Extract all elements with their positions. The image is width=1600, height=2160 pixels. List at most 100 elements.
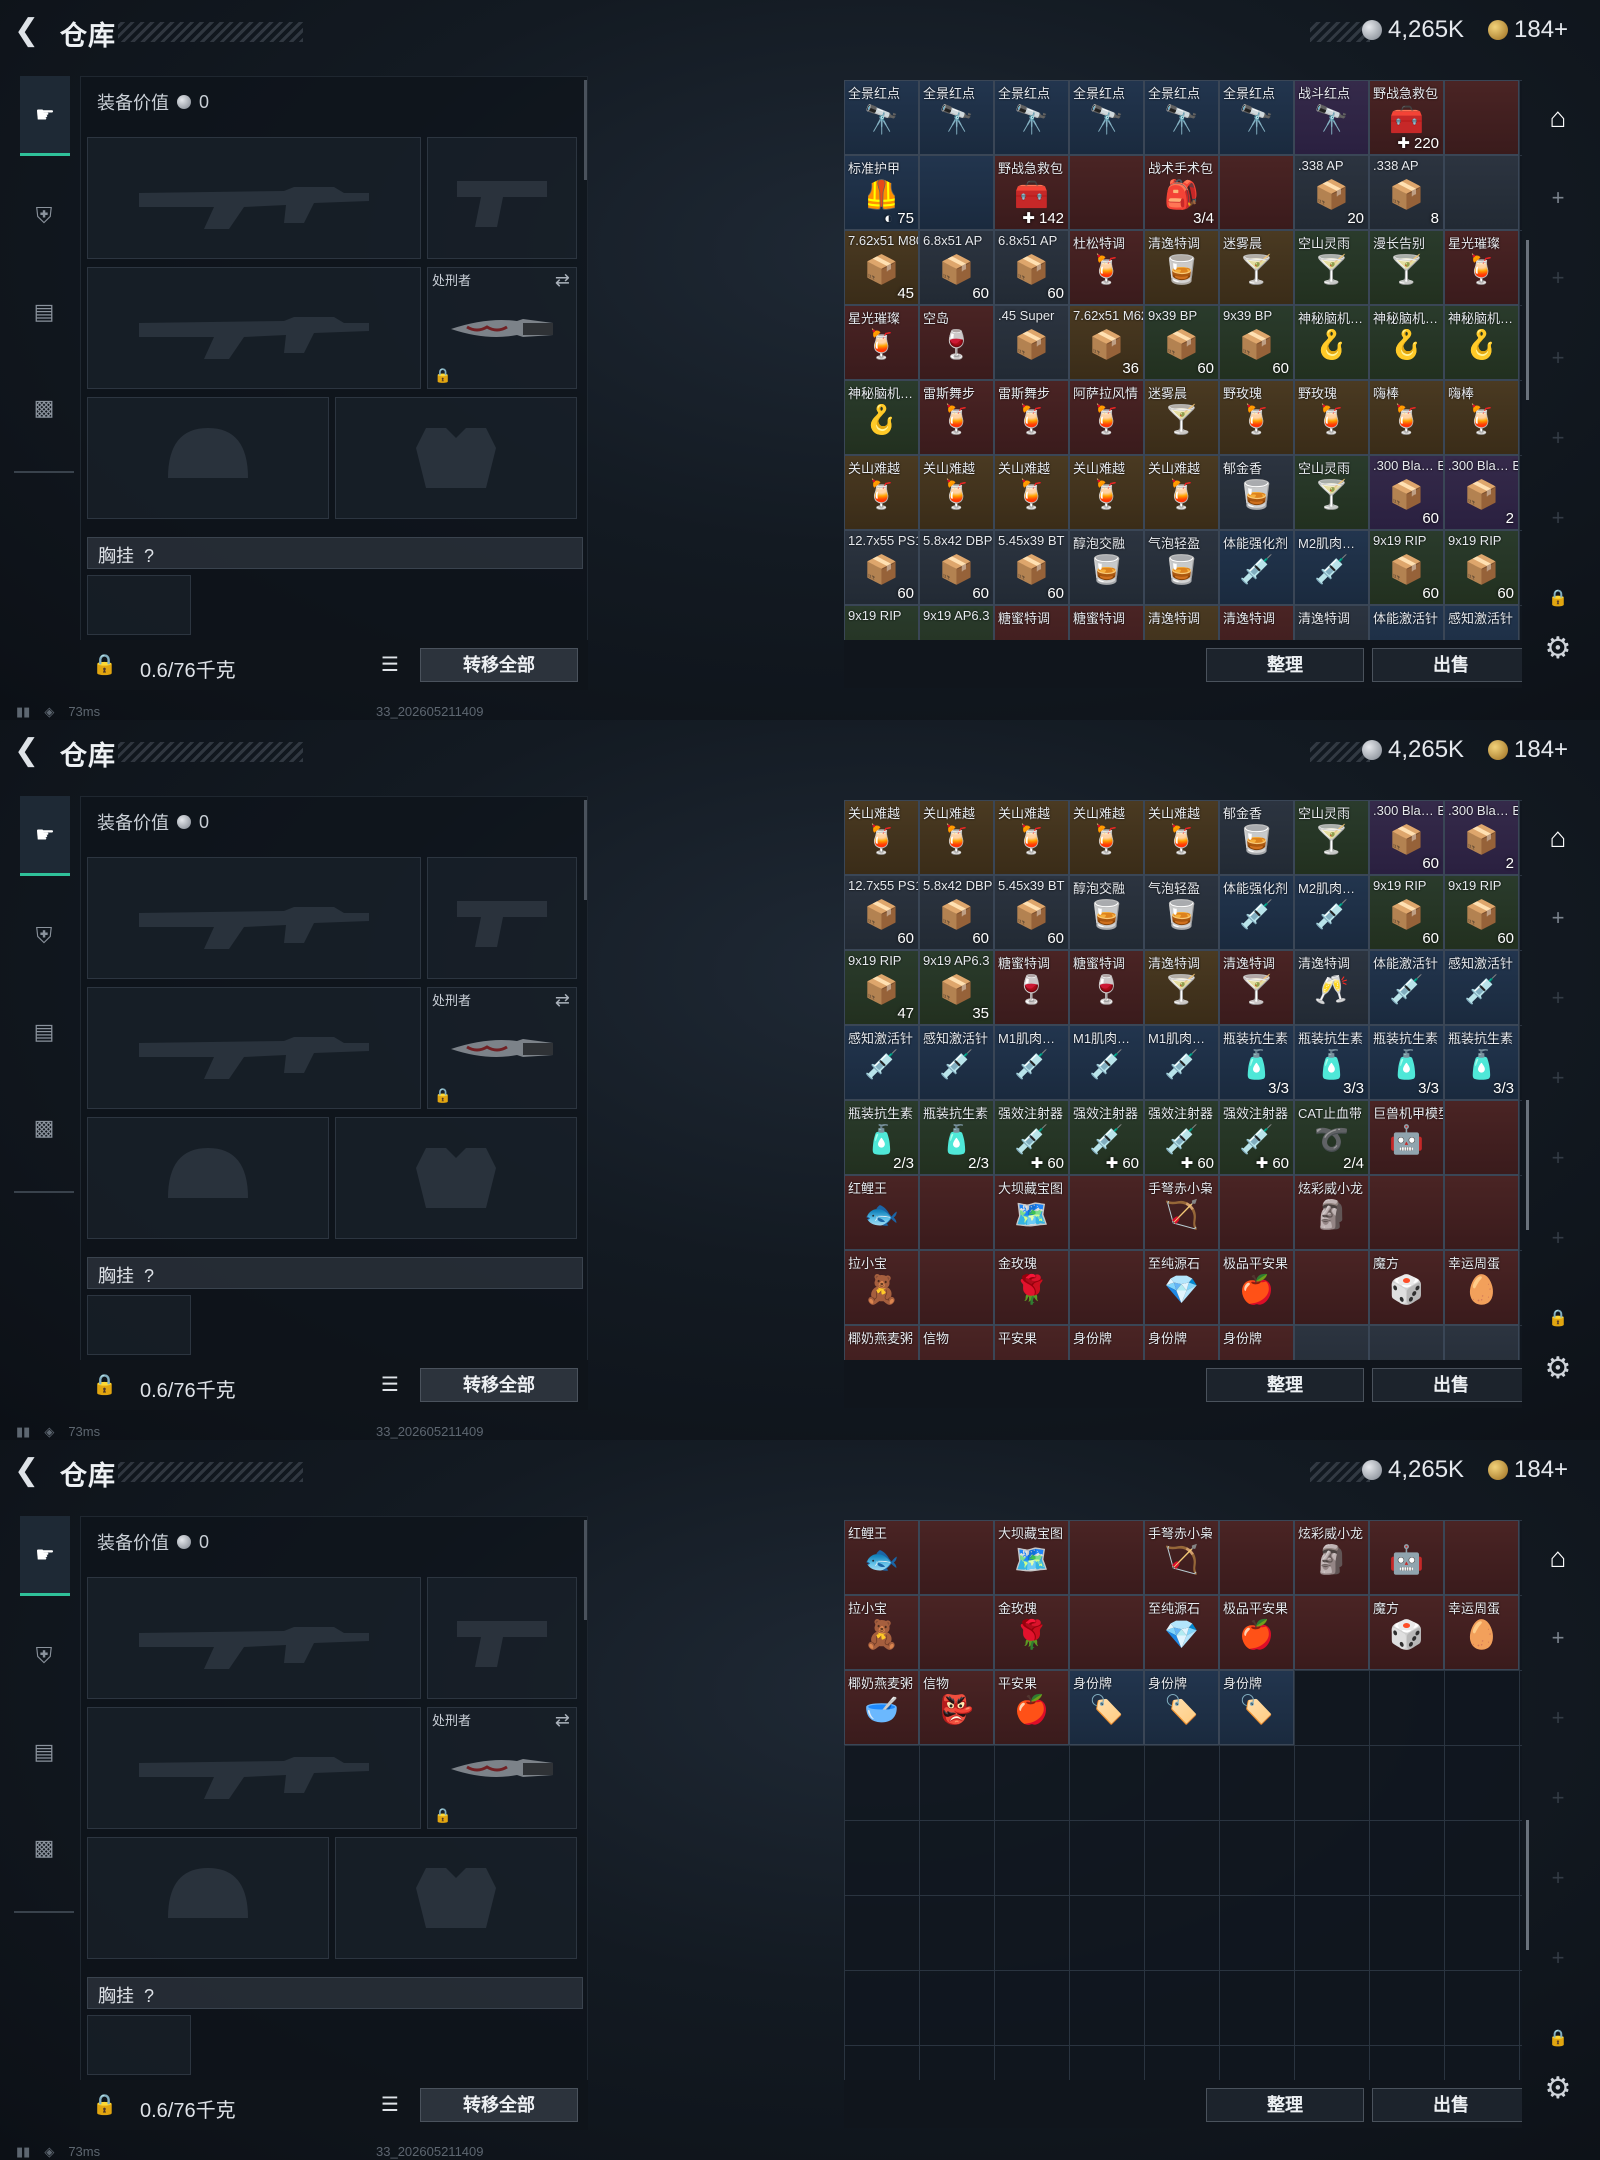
stash-item[interactable]: 身份牌 🏷️ <box>1069 1670 1144 1745</box>
stash-item[interactable]: 巨兽机甲模型 🤖 <box>1369 1100 1444 1175</box>
nav-briefcase-icon[interactable]: ▩ <box>22 1106 66 1150</box>
stash-item[interactable]: 战术手术包 🎒 3/4 <box>1144 155 1219 230</box>
stash-item[interactable]: 迷雾晨 🍸 <box>1219 230 1294 305</box>
stash-item[interactable]: M1肌肉… 💉 <box>994 1025 1069 1100</box>
stash-item[interactable]: 雷斯舞步 🍹 <box>994 380 1069 455</box>
stash-item[interactable]: 体能强化剂 💉 <box>1219 530 1294 605</box>
add-tab-icon[interactable]: + <box>1540 260 1576 296</box>
stash-item[interactable]: 5.8x42 DBP10 📦60 <box>919 875 994 950</box>
helmet-slot[interactable] <box>87 1837 329 1959</box>
stash-item[interactable]: 关山难越 🍹 <box>844 455 919 530</box>
stash-item[interactable]: 强效注射器 💉 ✚ 60 <box>994 1100 1069 1175</box>
stash-item[interactable] <box>1069 1595 1144 1670</box>
chest-rig-slot[interactable] <box>87 2015 191 2075</box>
nav-briefcase-icon[interactable]: ▩ <box>22 386 66 430</box>
stash-item[interactable]: 手弩赤小枭 🏹 <box>1144 1175 1219 1250</box>
sell-button[interactable]: 出售 <box>1372 648 1522 682</box>
stash-item[interactable]: 9x19 RIP 📦 60 <box>1369 530 1444 605</box>
stash-item[interactable]: 炫彩威小龙 🗿 <box>1294 1520 1369 1595</box>
stash-scrollbar[interactable] <box>1526 1820 1529 1950</box>
nav-weapons-pistol-icon[interactable]: ☛ <box>20 76 70 156</box>
stash-item[interactable]: 9x19 RIP 📦 60 <box>1444 530 1519 605</box>
stash-item[interactable]: 关山难越 🍹 <box>1069 455 1144 530</box>
nav-weapons-pistol-icon[interactable]: ☛ <box>20 1516 70 1596</box>
stash-item[interactable]: 5.8x42 DBP10 📦60 <box>919 530 994 605</box>
add-tab-icon[interactable]: + <box>1540 180 1576 216</box>
secondary-weapon-slot[interactable] <box>87 1707 421 1829</box>
stash-item[interactable]: 5.45x39 BT 📦 60 <box>994 875 1069 950</box>
add-tab-icon[interactable]: + <box>1540 1780 1576 1816</box>
stash-item[interactable]: 关山难越 🍹 <box>844 800 919 875</box>
stash-item[interactable]: 感知激活针 💉 <box>1444 950 1519 1025</box>
stash-item[interactable]: 关山难越 🍹 <box>1069 800 1144 875</box>
stash-item[interactable]: 强效注射器 💉 ✚ 60 <box>1069 1100 1144 1175</box>
stash-item[interactable]: 大坝藏宝图 🗺️ <box>994 1520 1069 1595</box>
stash-item[interactable]: 野玫瑰 🍹 <box>1219 380 1294 455</box>
stash-item[interactable]: 7.62x51 M62 📦 36 <box>1069 305 1144 380</box>
stash-item[interactable]: 空山灵雨 🍸 <box>1294 455 1369 530</box>
warehouse-tab-icon[interactable]: ⌂ <box>1540 820 1576 856</box>
transfer-all-button[interactable]: 转移全部 <box>420 648 578 682</box>
secondary-weapon-slot[interactable] <box>87 267 421 389</box>
stash-item[interactable] <box>1069 1250 1144 1325</box>
armor-slot[interactable] <box>335 1837 577 1959</box>
stash-item[interactable]: 金玫瑰 🌹 <box>994 1595 1069 1670</box>
stash-item[interactable]: 9x39 BP 📦 60 <box>1219 305 1294 380</box>
stash-item[interactable]: M1肌肉… 💉 <box>1069 1025 1144 1100</box>
sell-button[interactable]: 出售 <box>1372 2088 1522 2122</box>
stash-item[interactable]: 至纯源石 💎 <box>1144 1250 1219 1325</box>
stash-item[interactable]: 全景红点 🔭 <box>919 80 994 155</box>
stash-item[interactable]: 红鲤王 🐟 <box>844 1520 919 1595</box>
nav-backpack-icon[interactable]: ▤ <box>22 1730 66 1774</box>
stash-item[interactable]: 瓶装抗生素 🧴 3/3 <box>1294 1025 1369 1100</box>
add-tab-icon[interactable]: + <box>1540 1060 1576 1096</box>
lock-icon[interactable]: 🔒 <box>92 652 117 677</box>
stash-item[interactable]: 9x19 RIP 📦 60 <box>1444 875 1519 950</box>
stash-item[interactable]: 大坝藏宝图 🗺️ <box>994 1175 1069 1250</box>
stash-item[interactable]: 杜松特调 🍹 <box>1069 230 1144 305</box>
stash-item[interactable] <box>919 1520 994 1595</box>
stash-item[interactable] <box>919 1250 994 1325</box>
stash-item[interactable]: 星光璀璨 🍹 <box>1444 230 1519 305</box>
armor-slot[interactable] <box>335 1117 577 1239</box>
stash-item[interactable]: .45 Super 📦 <box>994 305 1069 380</box>
add-tab-icon[interactable]: + <box>1540 1940 1576 1976</box>
stash-item[interactable]: 气泡轻盈 🥃 <box>1144 530 1219 605</box>
add-tab-icon[interactable]: + <box>1540 340 1576 376</box>
stash-item[interactable]: 战斗红点 🔭 <box>1294 80 1369 155</box>
add-tab-icon[interactable]: + <box>1540 1220 1576 1256</box>
list-icon[interactable]: ☰ <box>376 2092 404 2118</box>
add-tab-icon[interactable]: + <box>1540 500 1576 536</box>
pistol-slot[interactable] <box>427 1577 577 1699</box>
warehouse-tab-icon[interactable]: ⌂ <box>1540 100 1576 136</box>
add-tab-icon[interactable]: + <box>1540 900 1576 936</box>
stash-item[interactable]: 强效注射器 💉 ✚ 60 <box>1219 1100 1294 1175</box>
add-tab-icon[interactable]: + <box>1540 1620 1576 1656</box>
stash-item[interactable]: 幸运周蛋 🥚 <box>1444 1595 1519 1670</box>
stash-item[interactable] <box>919 155 994 230</box>
swap-icon[interactable]: ⇄ <box>555 990 570 1011</box>
list-icon[interactable]: ☰ <box>376 652 404 678</box>
stash-item[interactable]: 瓶装抗生素 🧴 3/3 <box>1369 1025 1444 1100</box>
help-icon[interactable]: ? <box>144 1986 154 2006</box>
melee-slot[interactable]: 处刑者 ⇄ 🔒 <box>427 1707 577 1829</box>
stash-item[interactable]: 感知激活针 💉 <box>844 1025 919 1100</box>
back-icon[interactable]: ❮ <box>14 1454 44 1488</box>
nav-armor-icon[interactable]: ⛨ <box>22 194 66 238</box>
nav-weapons-pistol-icon[interactable]: ☛ <box>20 796 70 876</box>
stash-item[interactable]: M2肌肉… 💉 <box>1294 530 1369 605</box>
stash-item[interactable]: 神秘脑机… 🪝 <box>1369 305 1444 380</box>
stash-item[interactable] <box>1444 1520 1519 1595</box>
sort-button[interactable]: 整理 <box>1206 648 1364 682</box>
stash-item[interactable]: 6.8x51 AP 📦 60 <box>994 230 1069 305</box>
stash-item[interactable]: 体能激活针 💉 <box>1369 950 1444 1025</box>
stash-item[interactable]: 12.7x55 PS12A 📦60 <box>844 530 919 605</box>
stash-item[interactable]: 身份牌 🏷️ <box>1144 1670 1219 1745</box>
stash-item[interactable]: 12.7x55 PS12A 📦60 <box>844 875 919 950</box>
nav-backpack-icon[interactable]: ▤ <box>22 290 66 334</box>
stash-item[interactable]: 平安果 🍎 <box>994 1670 1069 1745</box>
stash-item[interactable] <box>1219 1175 1294 1250</box>
stash-scrollbar[interactable] <box>1526 240 1529 400</box>
stash-item[interactable]: 神秘脑机… 🪝 <box>1294 305 1369 380</box>
stash-item[interactable]: .300 Bla… BCP SUB 📦60 <box>1369 455 1444 530</box>
